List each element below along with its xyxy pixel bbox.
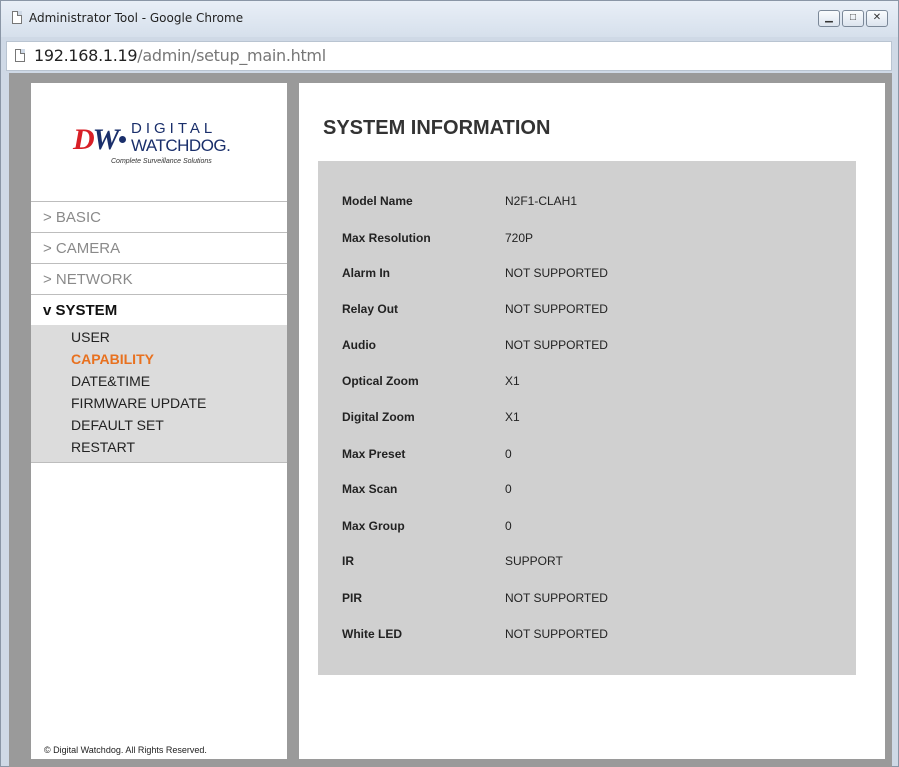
info-value: X1 (505, 410, 520, 424)
info-label: PIR (342, 591, 363, 605)
page-content: DW DIGITAL WATCHDOG. Complete Surveillan… (9, 73, 892, 767)
menu-item-basic[interactable]: > BASIC (31, 201, 287, 232)
submenu-item-date-time[interactable]: DATE&TIME (31, 370, 287, 392)
copyright-footer: © Digital Watchdog. All Rights Reserved. (44, 745, 207, 755)
url-host: 192.168.1.19 (34, 46, 138, 65)
info-label: Max Scan (342, 482, 398, 496)
logo-tagline: Complete Surveillance Solutions (111, 158, 212, 165)
main-panel: SYSTEM INFORMATION Model Name N2F1-CLAH1 … (299, 83, 885, 759)
window-title: Administrator Tool - Google Chrome (29, 11, 244, 25)
info-label: Audio (342, 338, 376, 352)
page-title: SYSTEM INFORMATION (323, 117, 551, 139)
system-submenu: USER CAPABILITY DATE&TIME FIRMWARE UPDAT… (31, 325, 287, 463)
minimize-button[interactable]: ▁ (818, 10, 840, 27)
info-value: NOT SUPPORTED (505, 266, 608, 280)
sidebar: DW DIGITAL WATCHDOG. Complete Surveillan… (31, 83, 287, 759)
digital-watchdog-logo: DW DIGITAL WATCHDOG. Complete Surveillan… (73, 119, 243, 179)
url-path: /admin/setup_main.html (137, 46, 326, 65)
submenu-item-capability[interactable]: CAPABILITY (31, 348, 287, 370)
page-icon (15, 49, 25, 62)
title-bar: Administrator Tool - Google Chrome ▁ □ ✕ (1, 1, 898, 37)
close-button[interactable]: ✕ (866, 10, 888, 27)
info-value: 0 (505, 447, 512, 461)
info-label: Optical Zoom (342, 374, 419, 388)
submenu-item-default-set[interactable]: DEFAULT SET (31, 414, 287, 436)
info-value: NOT SUPPORTED (505, 338, 608, 352)
menu-item-system[interactable]: v SYSTEM (31, 294, 287, 325)
submenu-item-user[interactable]: USER (31, 326, 287, 348)
url-text[interactable]: 192.168.1.19/admin/setup_main.html (34, 46, 326, 65)
submenu-item-restart[interactable]: RESTART (31, 436, 287, 458)
logo-digital-text: DIGITAL (131, 120, 217, 137)
info-label: Alarm In (342, 266, 391, 280)
info-label: Max Resolution (342, 231, 431, 245)
info-value: N2F1-CLAH1 (505, 194, 578, 208)
page-icon (12, 11, 22, 24)
info-value: NOT SUPPORTED (505, 302, 608, 316)
maximize-button[interactable]: □ (842, 10, 864, 27)
info-value: NOT SUPPORTED (505, 591, 608, 605)
info-label: White LED (342, 627, 402, 641)
info-label: Max Preset (342, 447, 406, 461)
info-value: 720P (505, 231, 534, 245)
submenu-item-firmware-update[interactable]: FIRMWARE UPDATE (31, 392, 287, 414)
logo-watchdog-text: WATCHDOG. (131, 136, 231, 155)
browser-window: Administrator Tool - Google Chrome ▁ □ ✕… (0, 0, 899, 767)
info-value: NOT SUPPORTED (505, 627, 608, 641)
info-value: SUPPORT (505, 554, 563, 568)
window-controls: ▁ □ ✕ (818, 10, 888, 27)
info-value: 0 (505, 519, 512, 533)
menu-item-camera[interactable]: > CAMERA (31, 232, 287, 263)
info-label: Model Name (342, 194, 413, 208)
info-label: Relay Out (342, 302, 399, 316)
info-value: 0 (505, 482, 512, 496)
logo-dw-mark: DW (73, 123, 119, 156)
sidebar-menu: > BASIC > CAMERA > NETWORK v SYSTEM USER… (31, 201, 287, 463)
system-info-table: Model Name N2F1-CLAH1 Max Resolution 720P … (318, 161, 856, 675)
menu-item-network[interactable]: > NETWORK (31, 263, 287, 294)
address-bar[interactable]: 192.168.1.19/admin/setup_main.html (6, 41, 892, 71)
info-label: Max Group (342, 519, 405, 533)
info-label: IR (342, 554, 354, 568)
logo-dot (119, 136, 126, 143)
info-value: X1 (505, 374, 520, 388)
info-label: Digital Zoom (342, 410, 415, 424)
